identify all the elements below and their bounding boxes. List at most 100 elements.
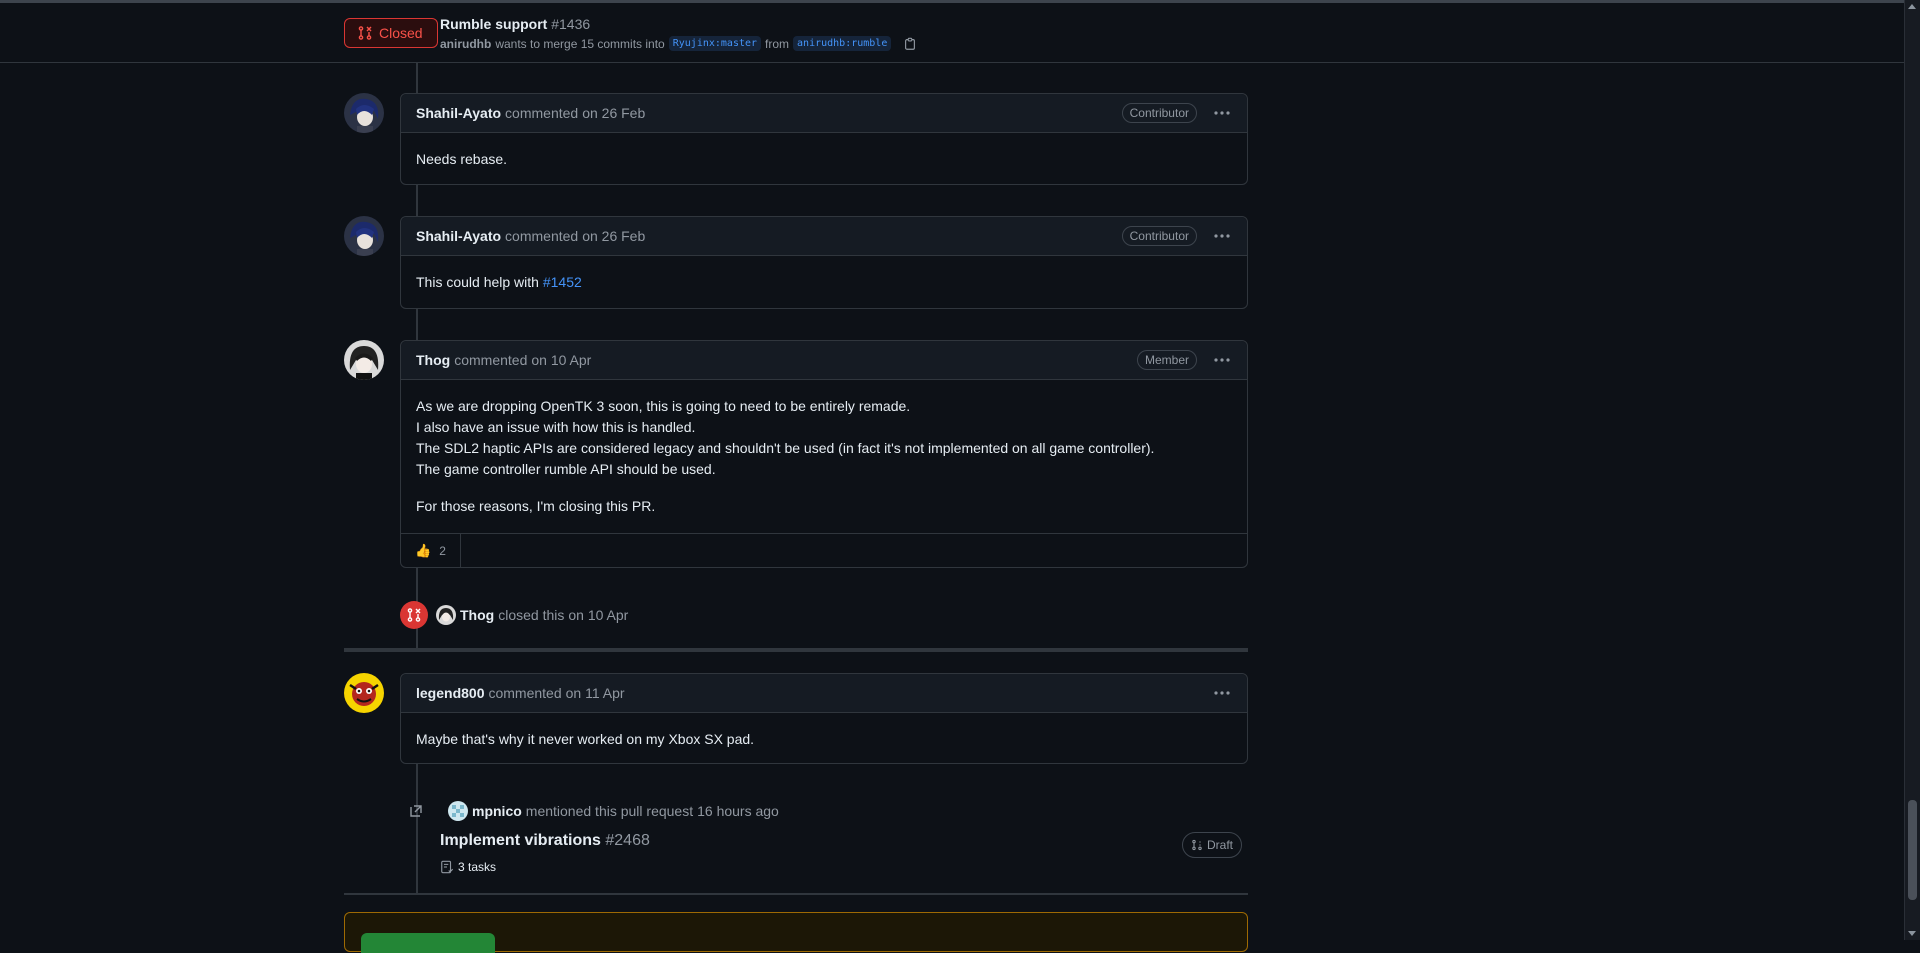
comment-date[interactable]: on 11 Apr: [566, 685, 625, 701]
comment-author[interactable]: legend800: [416, 685, 484, 701]
comment-text: As we are dropping OpenTK 3 soon, this i…: [416, 398, 911, 414]
scroll-thumb[interactable]: [1908, 800, 1917, 900]
merge-box: [344, 912, 1248, 953]
pr-merge-info: anirudhb wants to merge 15 commits into …: [440, 36, 917, 51]
comment-body: As we are dropping OpenTK 3 soon, this i…: [401, 380, 1247, 533]
pr-author-link[interactable]: anirudhb: [440, 37, 491, 51]
comment-text: I also have an issue with how this is ha…: [416, 419, 696, 435]
comment-body: This could help with #1452: [401, 256, 1247, 309]
avatar-legend800[interactable]: [344, 673, 384, 713]
referenced-pr-title: Implement vibrations: [440, 832, 601, 849]
comment-body: Maybe that's why it never worked on my X…: [401, 713, 1247, 766]
draft-pr-icon: [1192, 839, 1202, 851]
pr-closed-icon: [358, 26, 372, 40]
merge-status-button[interactable]: [361, 933, 495, 953]
comment-date[interactable]: on 26 Feb: [582, 105, 645, 121]
event-date[interactable]: on 10 Apr: [568, 607, 628, 623]
cross-reference-icon: [410, 805, 422, 817]
timeline-line: [416, 184, 418, 216]
comment-action: commented: [505, 105, 579, 121]
comment-header: Thog commented on 10 Apr Member: [401, 341, 1247, 380]
event-time[interactable]: 16 hours ago: [697, 803, 779, 819]
comment-action: commented: [454, 352, 528, 368]
comment-text: This could help with #1452: [416, 272, 1232, 293]
referenced-pr-number: #2468: [605, 832, 650, 849]
state-badge-closed: Closed: [344, 18, 438, 48]
pr-title[interactable]: Rumble support #1436: [440, 16, 590, 32]
timeline-line: [416, 763, 418, 893]
comment-action: commented: [505, 228, 579, 244]
comment-3: Thog commented on 10 Apr Member As we ar…: [400, 340, 1248, 568]
comment-header: legend800 commented on 11 Apr: [401, 674, 1247, 713]
role-badge: Member: [1136, 350, 1197, 370]
avatar-mpnico[interactable]: [448, 801, 468, 821]
pr-closed-icon: [400, 601, 428, 629]
base-branch[interactable]: Ryujinx:master: [668, 36, 762, 51]
kebab-menu-icon[interactable]: [1213, 351, 1231, 369]
comment-author[interactable]: Thog: [416, 352, 450, 368]
reaction-count: 2: [439, 544, 446, 558]
avatar-image: [344, 216, 384, 256]
state-label: Closed: [379, 25, 423, 41]
comment-header: Shahil-Ayato commented on 26 Feb Contrib…: [401, 94, 1247, 133]
comment-text: The SDL2 haptic APIs are considered lega…: [416, 440, 1155, 456]
timeline-break: [344, 648, 1248, 652]
pr-title-text: Rumble support: [440, 16, 548, 32]
comment-text-prefix: This could help with: [416, 274, 539, 290]
referenced-pr-link[interactable]: Implement vibrations #2468: [440, 832, 650, 850]
from-text: from: [765, 36, 790, 51]
event-actor[interactable]: mpnico: [472, 803, 522, 819]
role-badge: Contributor: [1121, 226, 1197, 246]
task-list-summary: 3 tasks: [440, 860, 496, 874]
comment-text: For those reasons, I'm closing this PR.: [416, 498, 656, 514]
comment-date[interactable]: on 10 Apr: [531, 352, 591, 368]
avatar-image: [344, 340, 384, 380]
kebab-menu-icon[interactable]: [1213, 684, 1231, 702]
avatar-image: [344, 673, 384, 713]
head-branch[interactable]: anirudhb:rumble: [793, 36, 892, 51]
comment-date[interactable]: on 26 Feb: [582, 228, 645, 244]
scrollbar[interactable]: [1904, 0, 1920, 940]
thumbs-up-icon: 👍: [415, 543, 432, 558]
mention-event: mpnico mentioned this pull request 16 ho…: [400, 801, 779, 821]
thumbs-up-reaction[interactable]: 👍 2: [401, 534, 461, 568]
event-text: closed this: [498, 607, 565, 623]
comment-2: Shahil-Ayato commented on 26 Feb Contrib…: [400, 216, 1248, 309]
event-actor[interactable]: Thog: [460, 607, 494, 623]
pr-number: #1436: [551, 16, 591, 32]
kebab-menu-icon[interactable]: [1213, 104, 1231, 122]
timeline-line: [416, 63, 418, 93]
timeline-end-separator: [344, 893, 1248, 895]
scroll-up-arrow-icon[interactable]: [1908, 4, 1916, 9]
comment-body: Needs rebase.: [401, 133, 1247, 186]
event-text: mentioned this pull request: [525, 803, 694, 819]
comment-header: Shahil-Ayato commented on 26 Feb Contrib…: [401, 217, 1247, 256]
copy-icon[interactable]: [903, 37, 917, 51]
avatar-shahil-ayato[interactable]: [344, 93, 384, 133]
avatar-thog[interactable]: [344, 340, 384, 380]
timeline-line: [416, 308, 418, 340]
comment-action: commented: [488, 685, 562, 701]
comment-1: Shahil-Ayato commented on 26 Feb Contrib…: [400, 93, 1248, 185]
reactions-bar: 👍 2: [401, 533, 1247, 568]
sticky-pr-header: Closed Rumble support #1436 anirudhb wan…: [0, 3, 1904, 63]
avatar-thog-small[interactable]: [436, 605, 456, 625]
draft-label: Draft: [1207, 838, 1234, 852]
avatar-image: [344, 93, 384, 133]
checklist-icon: [441, 860, 454, 874]
comment-text: Maybe that's why it never worked on my X…: [416, 731, 755, 747]
draft-badge: Draft: [1182, 832, 1243, 858]
comment-4: legend800 commented on 11 Apr Maybe that…: [400, 673, 1248, 764]
role-badge: Contributor: [1121, 103, 1197, 123]
comment-author[interactable]: Shahil-Ayato: [416, 105, 501, 121]
comment-text: The game controller rumble API should be…: [416, 461, 716, 477]
scroll-down-arrow-icon[interactable]: [1908, 931, 1916, 936]
kebab-menu-icon[interactable]: [1213, 227, 1231, 245]
tasks-count: 3 tasks: [458, 860, 497, 874]
avatar-shahil-ayato[interactable]: [344, 216, 384, 256]
issue-link[interactable]: #1452: [543, 274, 582, 290]
merge-text: wants to merge 15 commits into: [495, 36, 665, 51]
comment-text: Needs rebase.: [416, 151, 508, 167]
closed-event: Thog closed this on 10 Apr: [400, 601, 628, 629]
comment-author[interactable]: Shahil-Ayato: [416, 228, 501, 244]
